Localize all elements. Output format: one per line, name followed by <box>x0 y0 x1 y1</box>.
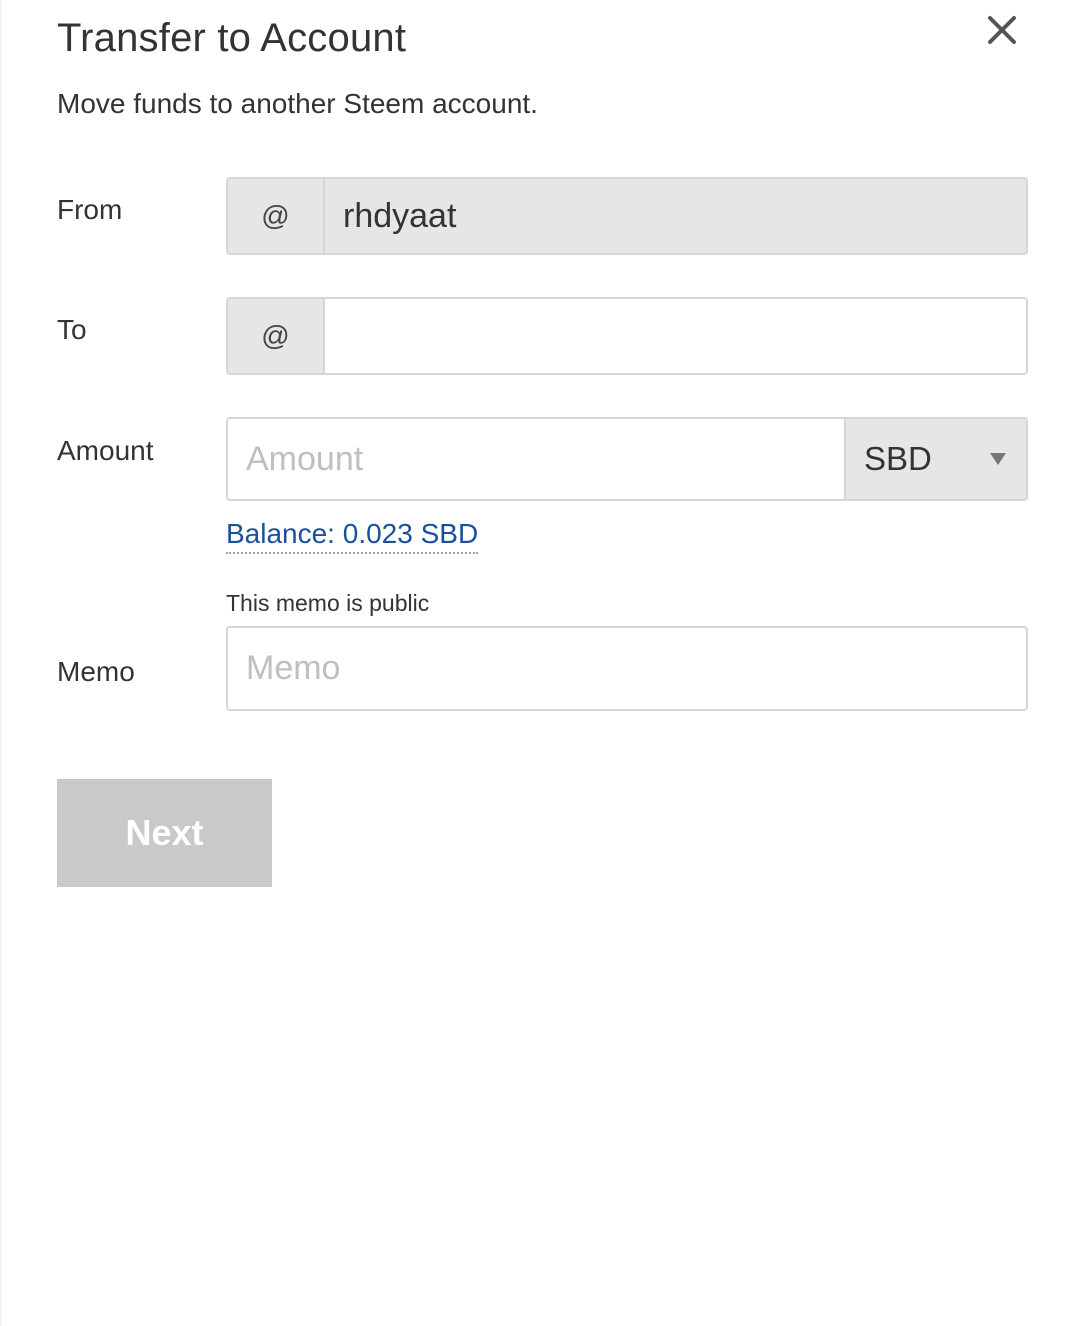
close-button[interactable] <box>982 10 1022 50</box>
memo-input[interactable] <box>246 628 1026 709</box>
asset-select[interactable]: SBD <box>844 419 1026 499</box>
amount-label: Amount <box>57 435 154 466</box>
next-button[interactable]: Next <box>57 779 272 887</box>
from-field: rhdyaat <box>343 196 457 235</box>
to-input-group: @ <box>226 297 1028 375</box>
memo-public-note: This memo is public <box>226 590 430 616</box>
chevron-down-icon <box>990 453 1006 465</box>
asset-select-value: SBD <box>864 440 932 477</box>
amount-input[interactable] <box>246 419 844 499</box>
memo-field-wrapper <box>226 626 1028 711</box>
balance-link[interactable]: Balance: 0.023 SBD <box>226 518 479 554</box>
to-field-wrapper <box>325 299 1026 373</box>
amount-input-group: SBD <box>226 417 1028 501</box>
modal-title: Transfer to Account <box>57 16 407 60</box>
modal-subtitle: Move funds to another Steem account. <box>57 88 538 119</box>
memo-label: Memo <box>57 656 135 687</box>
close-icon <box>988 16 1016 44</box>
amount-field-wrapper <box>228 419 844 499</box>
from-input-group: @ rhdyaat <box>226 177 1028 255</box>
from-at-prefix: @ <box>228 179 325 253</box>
to-at-prefix: @ <box>228 299 325 373</box>
from-label: From <box>57 194 123 225</box>
to-input[interactable] <box>343 299 1026 373</box>
transfer-modal: Transfer to Account Move funds to anothe… <box>0 0 1080 1326</box>
to-label: To <box>57 314 87 345</box>
